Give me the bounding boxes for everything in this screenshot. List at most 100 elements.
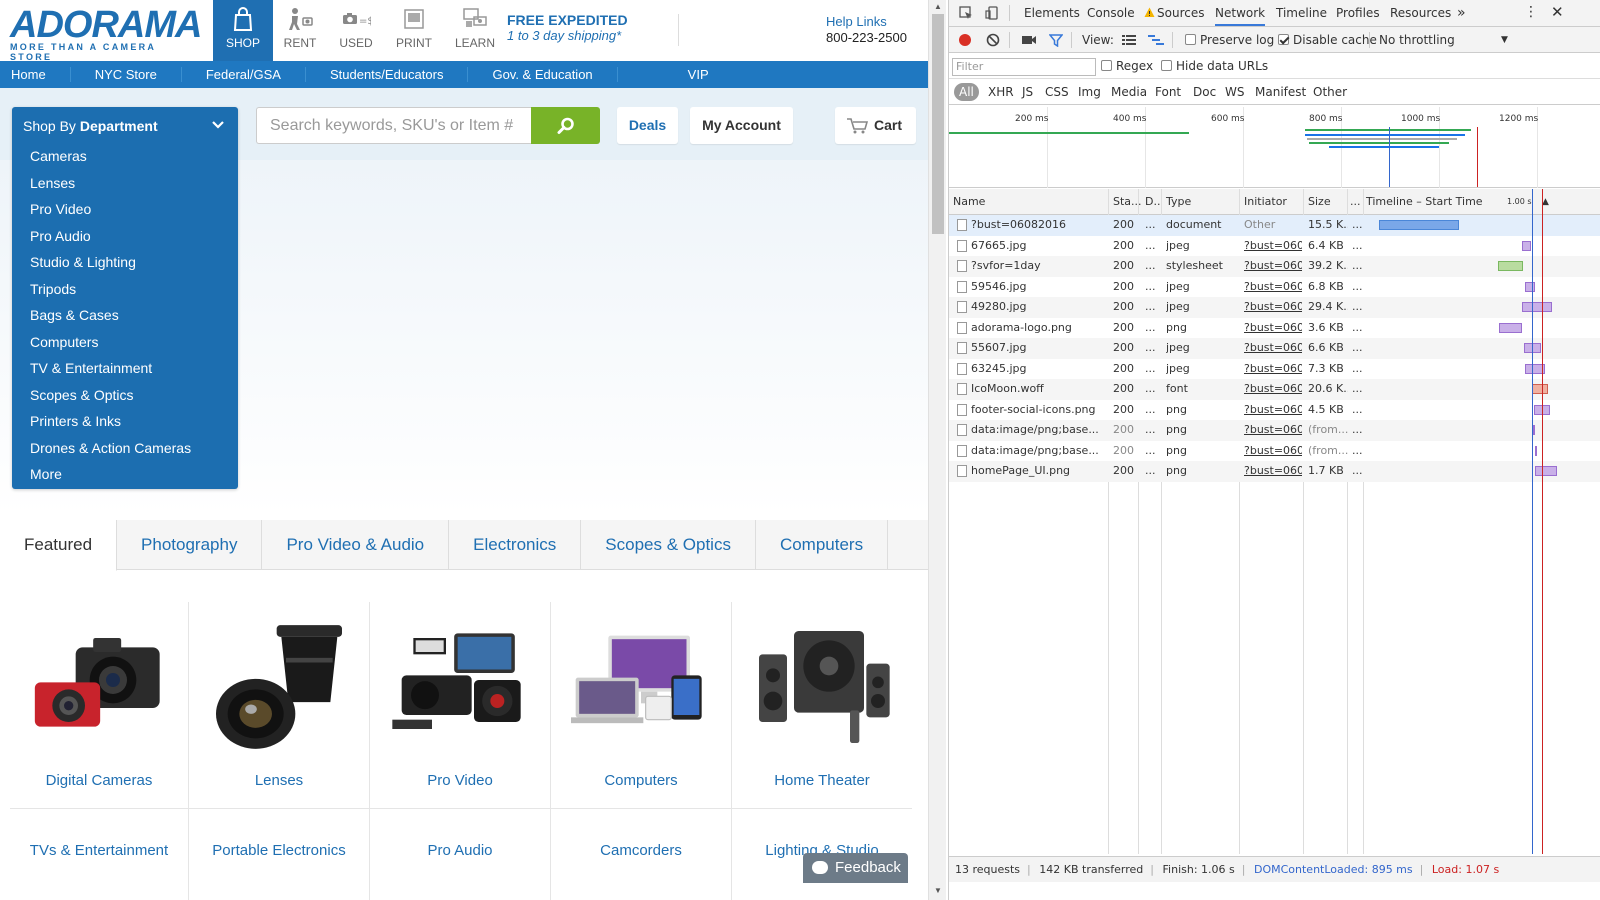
video-capture-icon[interactable] — [1021, 34, 1037, 46]
record-icon[interactable] — [958, 33, 972, 47]
department-header[interactable]: Shop By Department — [12, 107, 238, 143]
col-more[interactable]: ... — [1350, 189, 1361, 215]
request-initiator[interactable]: ?bust=060... — [1244, 400, 1302, 421]
tab-timeline[interactable]: Timeline — [1276, 0, 1327, 26]
category-card-tvs-entertainment[interactable]: TVs & Entertainment — [9, 842, 189, 859]
adorama-logo[interactable]: ADORAMA MORE THAN A CAMERA STORE — [10, 6, 202, 62]
nav-federal-gsa[interactable]: Federal/GSA — [182, 67, 306, 82]
table-row[interactable]: adorama-logo.png 200... png ?bust=060... 3.6… — [949, 317, 1600, 339]
type-filter-js[interactable]: JS — [1022, 79, 1033, 105]
request-initiator[interactable]: ?bust=060... — [1244, 379, 1302, 400]
tab-electronics[interactable]: Electronics — [449, 520, 582, 570]
close-devtools-icon[interactable]: ✕ — [1551, 3, 1564, 21]
device-mode-icon[interactable] — [985, 6, 999, 20]
type-filter-other[interactable]: Other — [1313, 79, 1347, 105]
department-item[interactable]: More — [12, 461, 238, 488]
page-scrollbar[interactable]: ▲ ▼ — [928, 0, 946, 900]
department-item[interactable]: Studio & Lighting — [12, 249, 238, 276]
department-item[interactable]: Tripods — [12, 276, 238, 303]
type-filter-img[interactable]: Img — [1078, 79, 1101, 105]
request-initiator[interactable]: ?bust=060... — [1244, 256, 1302, 277]
request-initiator[interactable]: ?bust=060... — [1244, 318, 1302, 339]
col-initiator[interactable]: Initiator — [1244, 189, 1287, 215]
request-initiator[interactable]: ?bust=060... — [1244, 359, 1302, 380]
help-links[interactable]: Help Links — [826, 14, 907, 30]
request-initiator[interactable]: ?bust=060... — [1244, 277, 1302, 298]
category-card-portable-electronics[interactable]: Portable Electronics — [189, 842, 369, 859]
scroll-down-arrow-icon[interactable]: ▼ — [929, 886, 947, 895]
nav-rent[interactable]: RENT — [270, 0, 330, 61]
nav-learn[interactable]: LEARN — [445, 0, 505, 61]
table-row[interactable]: 49280.jpg 200... jpeg ?bust=060... 29.4 K...… — [949, 297, 1600, 318]
table-row[interactable]: 67665.jpg 200... jpeg ?bust=060... 6.4 KB... — [949, 235, 1600, 257]
tab-scopes-optics[interactable]: Scopes & Optics — [581, 520, 756, 570]
sort-arrow-icon[interactable]: ▲ — [1542, 189, 1549, 215]
table-row[interactable]: ?bust=06082016 200... document Other 15.5 K.… — [949, 215, 1600, 236]
department-item[interactable]: Drones & Action Cameras — [12, 435, 238, 462]
more-tabs-icon[interactable]: » — [1457, 0, 1466, 26]
type-filter-all[interactable]: All — [954, 83, 979, 101]
col-name[interactable]: Name — [953, 189, 985, 215]
type-filter-font[interactable]: Font — [1155, 79, 1181, 105]
nav-used[interactable]: =$ USED — [326, 0, 386, 61]
nav-students-educators[interactable]: Students/Educators — [306, 67, 469, 82]
scroll-up-arrow-icon[interactable]: ▲ — [929, 2, 947, 11]
request-initiator[interactable]: Other — [1244, 215, 1302, 236]
regex-checkbox[interactable]: Regex — [1101, 53, 1153, 79]
my-account-button[interactable]: My Account — [690, 107, 793, 144]
large-rows-icon[interactable] — [1122, 34, 1136, 46]
nav-vip[interactable]: VIP — [618, 67, 733, 82]
department-item[interactable]: Bags & Cases — [12, 302, 238, 329]
tab-computers[interactable]: Computers — [756, 520, 889, 570]
table-row[interactable]: 59546.jpg 200... jpeg ?bust=060... 6.8 KB... — [949, 276, 1600, 298]
overview-waterfall-icon[interactable] — [1148, 34, 1164, 46]
dropdown-arrow-icon[interactable]: ▼ — [1501, 27, 1508, 53]
nav-shop[interactable]: SHOP — [213, 0, 273, 61]
tab-sources[interactable]: Sources — [1157, 0, 1204, 26]
department-item[interactable]: Cameras — [12, 143, 238, 170]
nav-nyc-store[interactable]: NYC Store — [71, 67, 182, 82]
filter-funnel-icon[interactable] — [1049, 33, 1063, 47]
department-item[interactable]: TV & Entertainment — [12, 355, 238, 382]
tab-resources[interactable]: Resources — [1390, 0, 1451, 26]
department-item[interactable]: Computers — [12, 329, 238, 356]
tab-photography[interactable]: Photography — [117, 520, 263, 570]
throttling-select[interactable]: No throttling — [1379, 27, 1455, 53]
col-domain[interactable]: D.. — [1145, 189, 1160, 215]
department-item[interactable]: Scopes & Optics — [12, 382, 238, 409]
request-initiator[interactable]: ?bust=060... — [1244, 236, 1302, 257]
search-button[interactable] — [531, 107, 600, 144]
table-row[interactable]: data:image/png;base... 200... png ?bust=060… — [949, 440, 1600, 462]
tab-network[interactable]: Network — [1215, 0, 1266, 26]
department-item[interactable]: Printers & Inks — [12, 408, 238, 435]
department-item[interactable]: Lenses — [12, 170, 238, 197]
category-card-pro-video[interactable]: Pro Video — [370, 602, 550, 789]
nav-gov-education[interactable]: Gov. & Education — [468, 67, 618, 82]
feedback-button[interactable]: Feedback — [803, 853, 908, 883]
col-timeline[interactable]: Timeline – Start Time — [1366, 189, 1483, 215]
department-item[interactable]: Pro Audio — [12, 223, 238, 250]
deals-button[interactable]: Deals — [617, 107, 678, 144]
kebab-menu-icon[interactable]: ⋮ — [1524, 4, 1538, 20]
category-card-computers[interactable]: Computers — [551, 602, 731, 789]
type-filter-css[interactable]: CSS — [1045, 79, 1069, 105]
request-initiator[interactable]: ?bust=060... — [1244, 441, 1302, 462]
type-filter-ws[interactable]: WS — [1225, 79, 1244, 105]
type-filter-media[interactable]: Media — [1111, 79, 1147, 105]
request-initiator[interactable]: ?bust=060... — [1244, 338, 1302, 359]
table-row[interactable]: ?svfor=1day 200... stylesheet ?bust=060... 3… — [949, 256, 1600, 277]
clear-icon[interactable] — [986, 33, 1000, 47]
tab-featured[interactable]: Featured — [0, 520, 118, 571]
cart-button[interactable]: Cart — [835, 107, 916, 144]
search-input[interactable]: Search keywords, SKU's or Item # — [256, 107, 532, 144]
request-initiator[interactable]: ?bust=060... — [1244, 297, 1302, 318]
request-initiator[interactable]: ?bust=060... — [1244, 420, 1302, 441]
nav-home[interactable]: Home — [0, 67, 71, 82]
inspect-element-icon[interactable] — [959, 6, 973, 20]
col-size[interactable]: Size — [1308, 189, 1331, 215]
nav-print[interactable]: PRINT — [384, 0, 444, 61]
tab-pro-video-audio[interactable]: Pro Video & Audio — [262, 520, 450, 570]
preserve-log-checkbox[interactable]: Preserve log — [1185, 27, 1274, 53]
tab-elements[interactable]: Elements — [1024, 0, 1080, 26]
filter-input[interactable]: Filter — [952, 58, 1096, 76]
